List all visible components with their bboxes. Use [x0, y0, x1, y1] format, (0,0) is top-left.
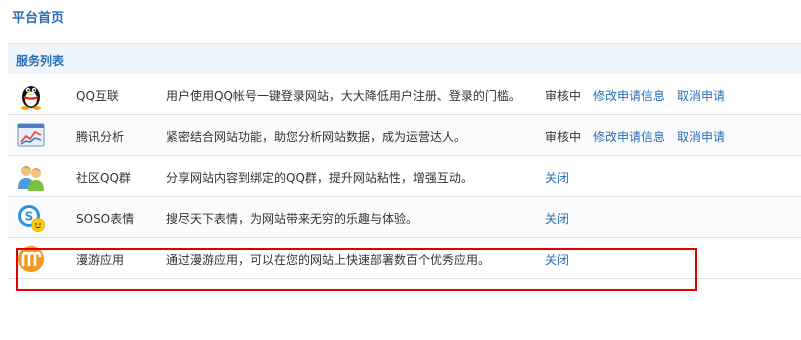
- analytics-chart-icon: [16, 121, 46, 151]
- svg-text:S: S: [25, 210, 34, 224]
- service-name: SOSO表情: [76, 212, 135, 226]
- service-row-soso-emoticons: S SOSO表情 搜尽天下表情，为网站带来无穷的乐趣与体验。 关闭: [8, 197, 801, 238]
- status-text: 审核中: [545, 130, 582, 144]
- close-service-link[interactable]: 关闭: [545, 210, 569, 227]
- status-text: 审核中: [545, 89, 582, 103]
- close-service-link[interactable]: 关闭: [545, 169, 569, 186]
- section-header: 服务列表: [8, 43, 801, 74]
- service-row-qq-connect: QQ互联 用户使用QQ帐号一键登录网站，大大降低用户注册、登录的门槛。 审核中 …: [8, 74, 801, 115]
- section-title: 服务列表: [16, 54, 65, 68]
- qq-penguin-icon: [16, 80, 46, 110]
- service-description: 分享网站内容到绑定的QQ群，提升网站粘性，增强互动。: [166, 171, 473, 185]
- soso-smiley-icon: S: [16, 203, 46, 233]
- service-name: 社区QQ群: [76, 171, 131, 185]
- service-description: 搜尽天下表情，为网站带来无穷的乐趣与体验。: [166, 212, 419, 226]
- highlight-box: [16, 248, 697, 291]
- service-row-tencent-analytics: 腾讯分析 紧密结合网站功能，助您分析网站数据，成为运营达人。 审核中 修改申请信…: [8, 115, 801, 156]
- community-group-icon: [16, 162, 46, 192]
- cancel-application-link[interactable]: 取消申请: [677, 87, 725, 104]
- cancel-application-link[interactable]: 取消申请: [677, 128, 725, 145]
- page-title: 平台首页: [12, 11, 65, 26]
- service-name: QQ互联: [76, 89, 119, 103]
- service-description: 紧密结合网站功能，助您分析网站数据，成为运营达人。: [166, 130, 467, 144]
- edit-application-link[interactable]: 修改申请信息: [593, 87, 665, 104]
- service-description: 用户使用QQ帐号一键登录网站，大大降低用户注册、登录的门槛。: [166, 89, 521, 103]
- service-name: 腾讯分析: [76, 130, 125, 144]
- service-row-community-qq-group: 社区QQ群 分享网站内容到绑定的QQ群，提升网站粘性，增强互动。 关闭: [8, 156, 801, 197]
- edit-application-link[interactable]: 修改申请信息: [593, 128, 665, 145]
